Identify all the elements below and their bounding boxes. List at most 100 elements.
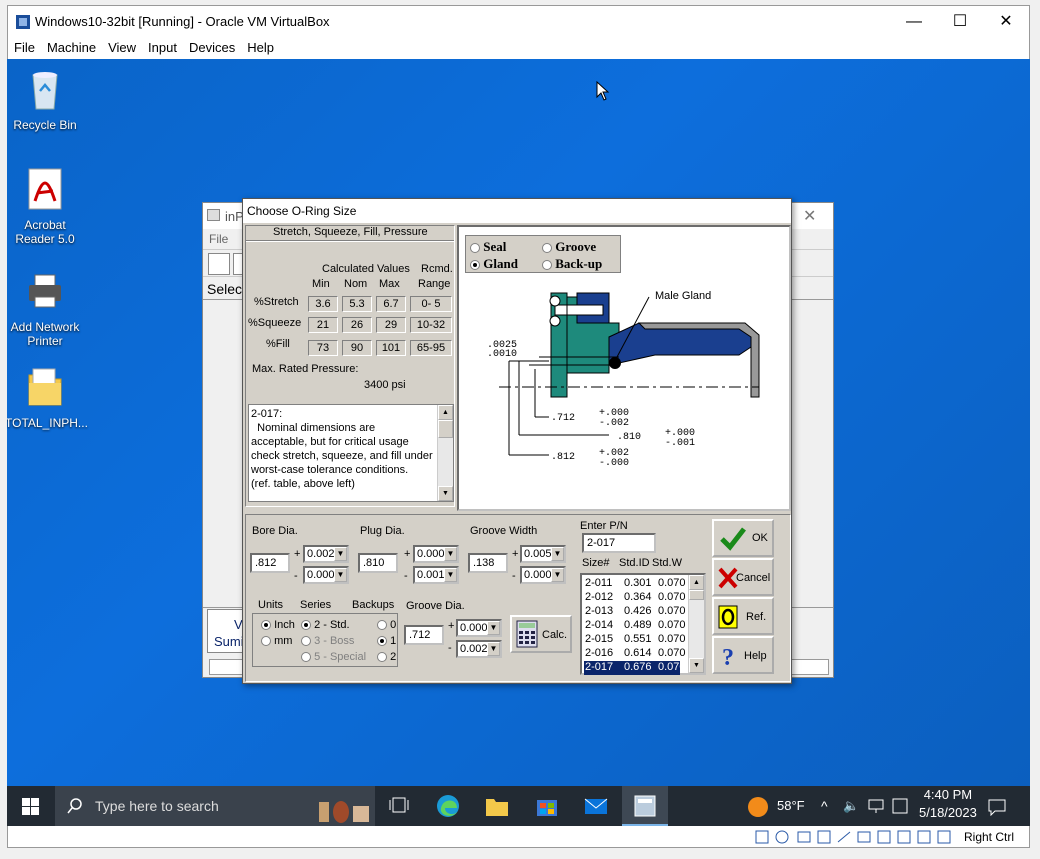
gd-plus-select[interactable]: 0.000 ▼ xyxy=(456,619,502,637)
clock[interactable]: 4:40 PM 5/18/2023 xyxy=(919,788,977,820)
volume-icon[interactable]: 🔈 xyxy=(843,786,859,826)
gd-minus-select[interactable]: 0.002 ▼ xyxy=(456,640,502,658)
backup-1[interactable]: 1 xyxy=(377,635,396,647)
vbox-device-icons[interactable] xyxy=(754,829,954,845)
unit-mm[interactable]: mm xyxy=(261,635,292,647)
option-backup[interactable]: Back-up xyxy=(542,256,602,272)
vbox-statusbar: Right Ctrl xyxy=(7,826,1030,848)
menu-input[interactable]: Input xyxy=(142,37,183,58)
scroll-down-icon[interactable]: ▼ xyxy=(438,486,453,501)
desktop-icon-folder[interactable]: TOTAL_INPH... xyxy=(7,365,88,430)
minimize-button[interactable]: — xyxy=(892,10,936,34)
clipboard-icon[interactable] xyxy=(891,798,909,814)
note-textarea[interactable]: 2-017: Nominal dimensions are acceptable… xyxy=(248,404,454,502)
file-explorer-icon[interactable] xyxy=(484,794,510,818)
size-listbox[interactable]: 2-011 0.301 0.070 2-012 0.364 0.070 2-013 0.426… xyxy=(580,573,706,675)
plug-input[interactable]: .810 xyxy=(358,553,398,573)
ok-button[interactable]: OK xyxy=(712,519,774,557)
option-groove[interactable]: Groove xyxy=(542,239,596,255)
list-header-size: Size# xyxy=(582,557,610,569)
gland-drawing: Male Gland .0025 .0010 .712 +.000 -.002 … xyxy=(487,290,760,469)
desktop-icon-printer[interactable]: Add Network Printer xyxy=(7,269,85,348)
bore-input[interactable]: .812 xyxy=(250,553,290,573)
radio-icon xyxy=(470,243,480,254)
groove-dia-input[interactable]: .712 xyxy=(404,625,444,645)
weather-temp[interactable]: 58°F xyxy=(777,786,805,826)
search-box[interactable]: Type here to search xyxy=(55,786,375,826)
scroll-down-icon[interactable]: ▼ xyxy=(689,658,704,673)
list-item[interactable]: 2-017 0.676 0.070 xyxy=(584,661,686,675)
ref-button[interactable]: Ref. xyxy=(712,597,774,635)
menu-machine[interactable]: Machine xyxy=(41,37,102,58)
series-special[interactable]: 5 - Special xyxy=(301,651,366,663)
menu-devices[interactable]: Devices xyxy=(183,37,241,58)
gw-plus-select[interactable]: 0.005 ▼ xyxy=(520,545,566,563)
plug-plus-select[interactable]: 0.000 ▼ xyxy=(413,545,459,563)
menu-file[interactable]: File xyxy=(8,37,41,58)
weather-sun-icon[interactable] xyxy=(747,796,769,818)
task-view-icon[interactable] xyxy=(387,794,413,818)
desktop-icon-acrobat[interactable]: Acrobat Reader 5.0 xyxy=(7,167,85,246)
view-summary-button[interactable]: Vi Sumi xyxy=(207,609,247,653)
taskbar-active-app[interactable] xyxy=(622,786,668,826)
backup-0[interactable]: 0 xyxy=(377,619,396,631)
edge-icon[interactable] xyxy=(435,794,461,818)
store-icon[interactable] xyxy=(534,794,560,818)
help-button[interactable]: ? Help xyxy=(712,636,774,674)
list-scrollbar[interactable]: ▲ ▼ xyxy=(688,575,704,673)
series-std[interactable]: 2 - Std. xyxy=(301,619,350,631)
checkmark-icon xyxy=(720,527,746,551)
radio-icon xyxy=(301,636,311,647)
bg-close-icon[interactable]: ✕ xyxy=(803,206,816,226)
calc-button[interactable]: Calc. xyxy=(510,615,572,653)
scroll-thumb[interactable] xyxy=(438,420,453,438)
mail-icon[interactable] xyxy=(583,794,609,818)
stretch-panel: Stretch, Squeeze, Fill, Pressure Calcula… xyxy=(245,225,455,507)
network-icon[interactable] xyxy=(867,798,885,814)
scroll-up-icon[interactable]: ▲ xyxy=(689,575,704,590)
option-seal[interactable]: Seal xyxy=(470,239,506,255)
scroll-up-icon[interactable]: ▲ xyxy=(438,405,453,420)
groove-width-input[interactable]: .138 xyxy=(468,553,508,573)
maximize-button[interactable]: ☐ xyxy=(938,10,982,34)
tray-expand-icon[interactable]: ^ xyxy=(821,786,828,826)
notification-icon[interactable] xyxy=(987,798,1007,816)
new-doc-icon[interactable] xyxy=(208,253,230,275)
list-item[interactable]: 2-011 0.301 0.070 xyxy=(584,577,686,591)
id-cell: 0.489 xyxy=(624,619,652,631)
scroll-thumb[interactable] xyxy=(689,590,704,600)
view-option-group: Seal Groove Gland Back-up xyxy=(465,235,621,273)
unit-inch[interactable]: Inch xyxy=(261,619,295,631)
list-item[interactable]: 2-015 0.551 0.070 xyxy=(584,633,686,647)
note-scrollbar[interactable]: ▲ ▼ xyxy=(437,405,453,501)
backup-2[interactable]: 2 xyxy=(377,651,396,663)
plug-minus-select[interactable]: 0.001 ▼ xyxy=(413,566,459,584)
bg-menu-file[interactable]: File xyxy=(209,232,228,246)
list-item[interactable]: 2-013 0.426 0.070 xyxy=(584,605,686,619)
desktop-icon-recycle-bin[interactable]: Recycle Bin xyxy=(7,67,85,132)
bore-minus-select[interactable]: 0.000 ▼ xyxy=(303,566,349,584)
male-gland-label: Male Gland xyxy=(655,290,711,302)
chevron-down-icon: ▼ xyxy=(487,621,500,635)
radio-selected-icon xyxy=(261,620,271,631)
stretch-min: 3.6 xyxy=(308,296,338,312)
series-boss[interactable]: 3 - Boss xyxy=(301,635,354,647)
list-item[interactable]: 2-012 0.364 0.070 xyxy=(584,591,686,605)
bore-plus-select[interactable]: 0.002 ▼ xyxy=(303,545,349,563)
menu-help[interactable]: Help xyxy=(241,37,280,58)
dim-812-minus: -.000 xyxy=(599,458,629,469)
gw-minus-select[interactable]: 0.000 ▼ xyxy=(520,566,566,584)
fill-min: 73 xyxy=(308,340,338,356)
cancel-button[interactable]: Cancel xyxy=(712,558,774,596)
option-gland[interactable]: Gland xyxy=(470,256,518,272)
chevron-down-icon: ▼ xyxy=(551,547,564,561)
pn-input[interactable]: 2-017 xyxy=(582,533,656,553)
menu-view[interactable]: View xyxy=(102,37,142,58)
squeeze-min: 21 xyxy=(308,317,338,333)
windows-start-icon[interactable] xyxy=(22,798,39,815)
col-range: Range xyxy=(418,278,451,290)
close-button[interactable]: ✕ xyxy=(984,10,1028,34)
size-cell: 2-012 xyxy=(585,591,614,603)
list-item[interactable]: 2-014 0.489 0.070 xyxy=(584,619,686,633)
list-item[interactable]: 2-016 0.614 0.070 xyxy=(584,647,686,661)
